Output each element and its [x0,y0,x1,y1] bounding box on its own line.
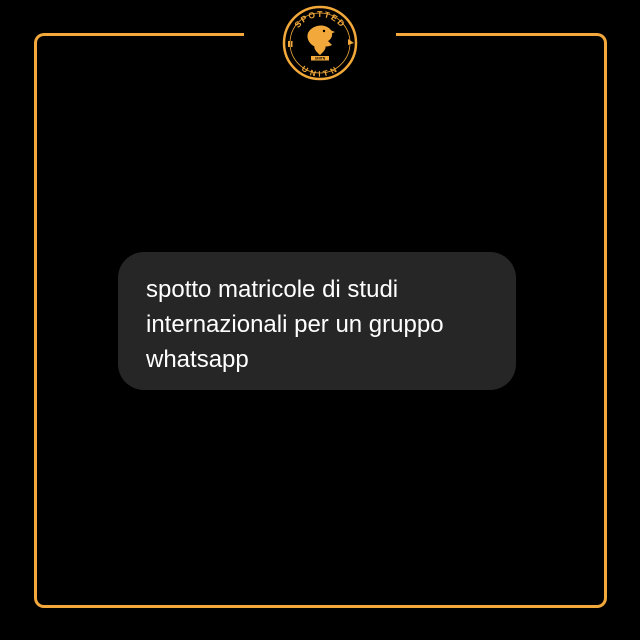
frame-right-segment [604,70,607,570]
frame-left-segment [34,70,37,570]
frame-top-right-segment [396,33,607,73]
spotted-unitn-logo: SPOTTED UNITN UNITN [282,5,358,81]
post-canvas: SPOTTED UNITN UNITN spotto matricole di … [0,0,640,640]
frame-bottom-segment [34,570,607,608]
message-text: spotto matricole di studi internazionali… [146,276,444,373]
frame-top-left-segment [34,33,244,73]
logo-banner-text: UNITN [315,57,326,61]
message-bubble: spotto matricole di studi internazionali… [118,252,516,390]
